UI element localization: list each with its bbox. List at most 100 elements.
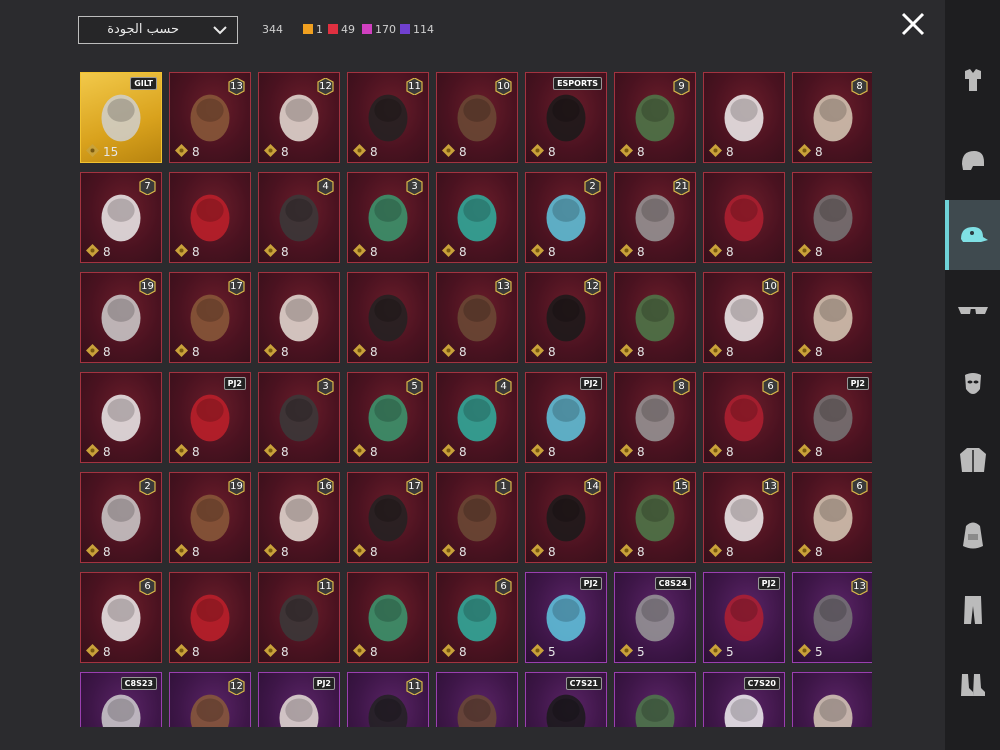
level-badge: 11: [406, 678, 423, 695]
item-card[interactable]: 28: [525, 172, 607, 263]
item-card[interactable]: 18: [436, 472, 518, 563]
item-card[interactable]: 19 8: [80, 272, 162, 363]
item-card[interactable]: 68: [703, 372, 785, 463]
item-card[interactable]: 19 8: [169, 472, 251, 563]
item-card[interactable]: PJ2 5: [525, 572, 607, 663]
item-card[interactable]: ESPORTS 8: [525, 72, 607, 163]
item-count: 8: [192, 445, 200, 459]
item-card[interactable]: 38: [347, 172, 429, 263]
item-card[interactable]: C7S20: [703, 672, 785, 727]
tab-helmet[interactable]: [945, 125, 1000, 195]
item-card[interactable]: 48: [436, 372, 518, 463]
item-card[interactable]: 17 8: [169, 272, 251, 363]
item-card[interactable]: 68: [436, 572, 518, 663]
item-card[interactable]: 8: [258, 272, 340, 363]
item-card[interactable]: GILT 15: [80, 72, 162, 163]
item-card[interactable]: 21 8: [614, 172, 696, 263]
tab-outfit[interactable]: [945, 45, 1000, 115]
item-card[interactable]: 48: [258, 172, 340, 263]
currency-icon: [264, 144, 277, 157]
item-card[interactable]: 16 8: [258, 472, 340, 563]
item-card[interactable]: 8: [792, 172, 872, 263]
item-card[interactable]: 8: [703, 72, 785, 163]
item-card[interactable]: 8: [436, 172, 518, 263]
item-card[interactable]: 8: [169, 172, 251, 263]
item-card[interactable]: 68: [792, 472, 872, 563]
item-card[interactable]: 8: [80, 372, 162, 463]
item-card[interactable]: PJ2 8: [525, 372, 607, 463]
close-icon[interactable]: [899, 10, 927, 38]
item-card[interactable]: 13 5: [792, 572, 872, 663]
currency-icon: [531, 544, 544, 557]
item-count: 8: [726, 345, 734, 359]
item-card[interactable]: 10 8: [703, 272, 785, 363]
item-card[interactable]: PJ2 8: [792, 372, 872, 463]
item-card[interactable]: 10 8: [436, 72, 518, 163]
item-card[interactable]: 8: [614, 272, 696, 363]
item-count: 8: [637, 345, 645, 359]
item-count: 8: [459, 345, 467, 359]
item-card[interactable]: 38: [258, 372, 340, 463]
item-card[interactable]: 58: [347, 372, 429, 463]
item-count: 8: [103, 545, 111, 559]
item-card[interactable]: 88: [792, 72, 872, 163]
level-badge: 6: [139, 578, 156, 595]
level-badge: 6: [851, 478, 868, 495]
currency-icon: [531, 244, 544, 257]
level-badge: 6: [762, 378, 779, 395]
tab-hats[interactable]: [945, 200, 1000, 270]
item-card[interactable]: 12 8: [525, 272, 607, 363]
item-card[interactable]: 11 8: [347, 72, 429, 163]
item-card[interactable]: 8: [792, 272, 872, 363]
item-card[interactable]: 8: [169, 572, 251, 663]
item-card[interactable]: 17 8: [347, 472, 429, 563]
item-count: 8: [281, 445, 289, 459]
item-card[interactable]: 13 8: [169, 72, 251, 163]
item-image: [813, 694, 853, 727]
item-card[interactable]: [614, 672, 696, 727]
tab-jacket[interactable]: [945, 425, 1000, 495]
item-card[interactable]: 11 8: [258, 572, 340, 663]
item-card[interactable]: C7S21: [525, 672, 607, 727]
item-card[interactable]: 88: [614, 372, 696, 463]
tab-backpack[interactable]: [945, 500, 1000, 570]
item-card[interactable]: 12: [169, 672, 251, 727]
item-count: 8: [815, 245, 823, 259]
item-card[interactable]: PJ2 5: [703, 572, 785, 663]
item-card[interactable]: 12 8: [258, 72, 340, 163]
item-card[interactable]: 78: [80, 172, 162, 263]
currency-icon: [798, 444, 811, 457]
item-card[interactable]: 8: [703, 172, 785, 263]
item-count: 8: [637, 445, 645, 459]
level-badge: 1: [495, 478, 512, 495]
currency-icon: [709, 344, 722, 357]
level-badge: 13: [762, 478, 779, 495]
item-card[interactable]: 68: [80, 572, 162, 663]
item-card[interactable]: 15 8: [614, 472, 696, 563]
item-card[interactable]: [436, 672, 518, 727]
item-card[interactable]: [792, 672, 872, 727]
tab-pants[interactable]: [945, 575, 1000, 645]
level-badge: 13: [851, 578, 868, 595]
item-card[interactable]: C8S23: [80, 672, 162, 727]
item-card[interactable]: 8: [347, 572, 429, 663]
tab-mask[interactable]: [945, 350, 1000, 420]
sort-dropdown[interactable]: حسب الجودة: [78, 16, 238, 44]
item-card[interactable]: 13 8: [703, 472, 785, 563]
glasses-icon: [957, 307, 988, 314]
season-tag: PJ2: [846, 377, 869, 390]
currency-icon: [620, 444, 633, 457]
item-card[interactable]: C8S24 5: [614, 572, 696, 663]
item-count: 8: [726, 245, 734, 259]
item-card[interactable]: 11: [347, 672, 429, 727]
item-card[interactable]: 98: [614, 72, 696, 163]
item-card[interactable]: PJ2: [258, 672, 340, 727]
tab-glasses[interactable]: [945, 275, 1000, 345]
item-card[interactable]: 14 8: [525, 472, 607, 563]
level-badge: 8: [851, 78, 868, 95]
item-card[interactable]: 13 8: [436, 272, 518, 363]
item-card[interactable]: PJ2 8: [169, 372, 251, 463]
tab-shoes[interactable]: [945, 650, 1000, 720]
item-card[interactable]: 28: [80, 472, 162, 563]
item-card[interactable]: 8: [347, 272, 429, 363]
